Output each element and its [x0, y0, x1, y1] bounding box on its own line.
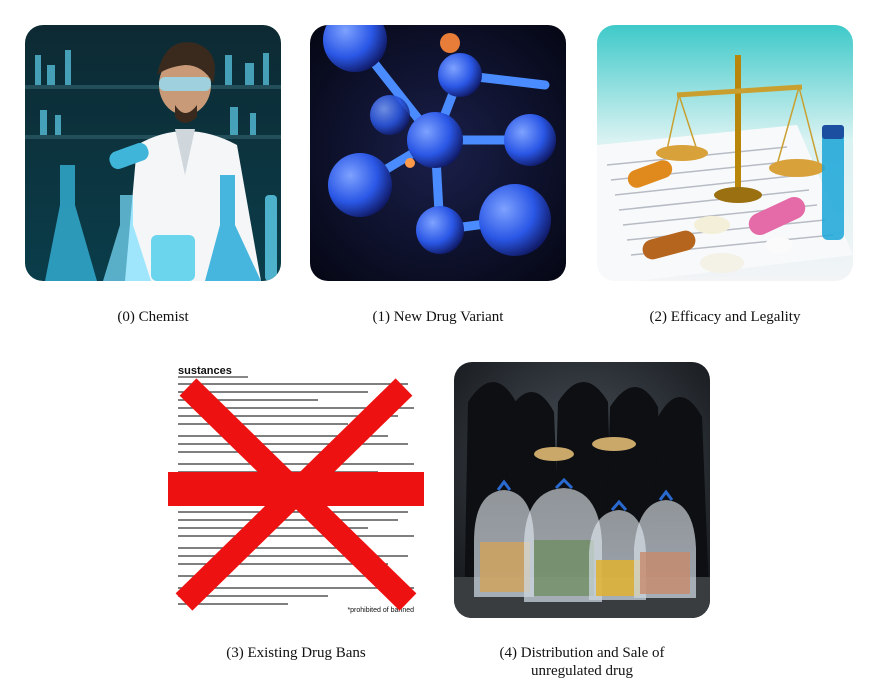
caption-distribution-sale: (4) Distribution and Sale of unregulated… — [454, 644, 710, 680]
caption-efficacy-legality: (2) Efficacy and Legality — [597, 308, 853, 326]
chemist-image — [25, 25, 281, 281]
doc-heading: sustances — [178, 365, 232, 377]
caption-text: (1) New Drug Variant — [372, 309, 504, 325]
caption-text: (0) Chemist — [117, 309, 189, 325]
caption-new-drug-variant: (1) New Drug Variant — [310, 308, 566, 326]
molecule-image — [310, 25, 566, 281]
caption-text: (2) Efficacy and Legality — [649, 309, 801, 325]
caption-text-line1: (4) Distribution and Sale of — [499, 645, 665, 661]
doc-footer: *prohibited of banned — [347, 607, 414, 614]
caption-existing-drug-bans: (3) Existing Drug Bans — [168, 644, 424, 662]
scales-pills-image — [597, 25, 853, 281]
caption-text-line2: unregulated drug — [530, 663, 634, 679]
caption-text: (3) Existing Drug Bans — [226, 645, 366, 661]
caption-chemist: (0) Chemist — [25, 308, 281, 326]
hooded-figures-image — [454, 362, 710, 618]
banned-document-image: sustances *prohibited of banned — [168, 362, 424, 618]
